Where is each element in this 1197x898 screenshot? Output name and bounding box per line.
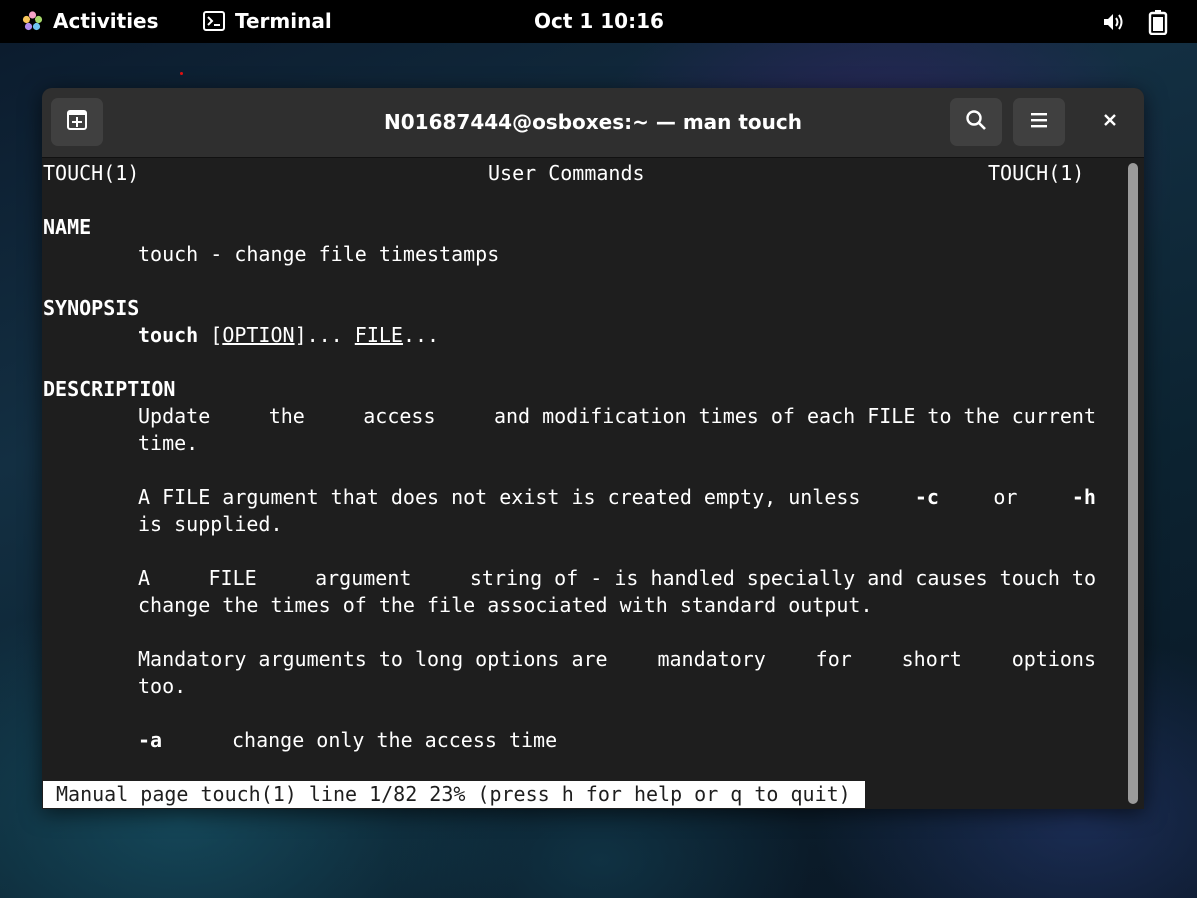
description-p1-line2: time. xyxy=(138,431,199,455)
word: mandatory xyxy=(657,647,766,671)
search-button[interactable] xyxy=(950,98,1002,146)
volume-icon[interactable] xyxy=(1102,11,1126,33)
new-tab-button[interactable] xyxy=(51,98,103,146)
pager-status-line: Manual page touch(1) line 1/82 23% (pres… xyxy=(43,781,865,808)
terminal-window: N01687444@osboxes:~ — man touch TOUCH(1)… xyxy=(42,88,1144,809)
description-p3-line1: A FILE argument string of - is handled s… xyxy=(138,565,1096,592)
synopsis-end: ... xyxy=(402,323,440,347)
man-header-center: User Commands xyxy=(488,161,645,185)
cursor-dot xyxy=(180,72,183,75)
word: Mandatory arguments to long options are xyxy=(138,647,608,671)
word: Update xyxy=(138,404,211,428)
window-headerbar: N01687444@osboxes:~ — man touch xyxy=(42,88,1144,158)
top-bar: Activities Terminal Oct 1 10:16 xyxy=(0,0,1197,43)
word: short xyxy=(901,647,962,671)
close-window-button[interactable] xyxy=(1086,98,1134,146)
synopsis-option: OPTION xyxy=(222,323,295,347)
description-p1-line1: Update the access and modification times… xyxy=(138,403,1096,430)
app-menu-terminal[interactable]: Terminal xyxy=(235,0,332,43)
section-synopsis-heading: SYNOPSIS xyxy=(43,296,140,320)
man-header-right: TOUCH(1) xyxy=(988,161,1085,185)
option-a-description: change only the access time xyxy=(232,728,558,752)
word: options xyxy=(1011,647,1096,671)
terminal-app-icon[interactable] xyxy=(203,11,225,31)
search-icon xyxy=(965,109,987,135)
scrollbar[interactable] xyxy=(1122,158,1144,809)
word: A xyxy=(138,566,151,590)
synopsis-line: touch [OPTION]... FILE... xyxy=(138,322,439,349)
battery-icon[interactable] xyxy=(1148,9,1168,36)
description-p4-line2: too. xyxy=(138,674,187,698)
word: argument xyxy=(315,566,412,590)
man-header-left: TOUCH(1) xyxy=(43,161,140,185)
flag-c: -c xyxy=(914,485,939,509)
flag-h: -h xyxy=(1071,485,1096,509)
word: the xyxy=(268,404,305,428)
word: for xyxy=(815,647,852,671)
word: access xyxy=(363,404,436,428)
clock[interactable]: Oct 1 10:16 xyxy=(534,0,664,43)
word: A FILE argument that does not exist is c… xyxy=(138,485,861,509)
word: and modification times of each FILE to t… xyxy=(493,404,1096,428)
option-a-flag: -a xyxy=(138,728,163,752)
name-text: touch - change file timestamps xyxy=(138,242,500,266)
section-name-heading: NAME xyxy=(43,215,92,239)
synopsis-file: FILE xyxy=(354,323,403,347)
description-p3-line2: change the times of the file associated … xyxy=(138,593,873,617)
scrollbar-thumb[interactable] xyxy=(1128,163,1138,804)
word: or xyxy=(993,485,1018,509)
activities-logo-icon[interactable] xyxy=(22,11,43,32)
synopsis-ellipsis: ]... xyxy=(294,323,355,347)
hamburger-menu-icon xyxy=(1029,111,1049,133)
description-p2-line2: is supplied. xyxy=(138,512,283,536)
word: FILE xyxy=(208,566,257,590)
word: string of - is handled specially and cau… xyxy=(469,566,1096,590)
terminal-content[interactable]: TOUCH(1) User Commands TOUCH(1) NAME tou… xyxy=(42,158,1122,809)
close-icon xyxy=(1102,112,1118,132)
synopsis-command: touch xyxy=(138,323,199,347)
description-p2-line1: A FILE argument that does not exist is c… xyxy=(138,484,1096,511)
new-tab-icon xyxy=(65,108,89,136)
main-menu-button[interactable] xyxy=(1013,98,1065,146)
description-p4-line1: Mandatory arguments to long options are … xyxy=(138,646,1096,673)
activities-button[interactable]: Activities xyxy=(53,0,159,43)
section-description-heading: DESCRIPTION xyxy=(43,377,176,401)
synopsis-bracket-open: [ xyxy=(198,323,223,347)
